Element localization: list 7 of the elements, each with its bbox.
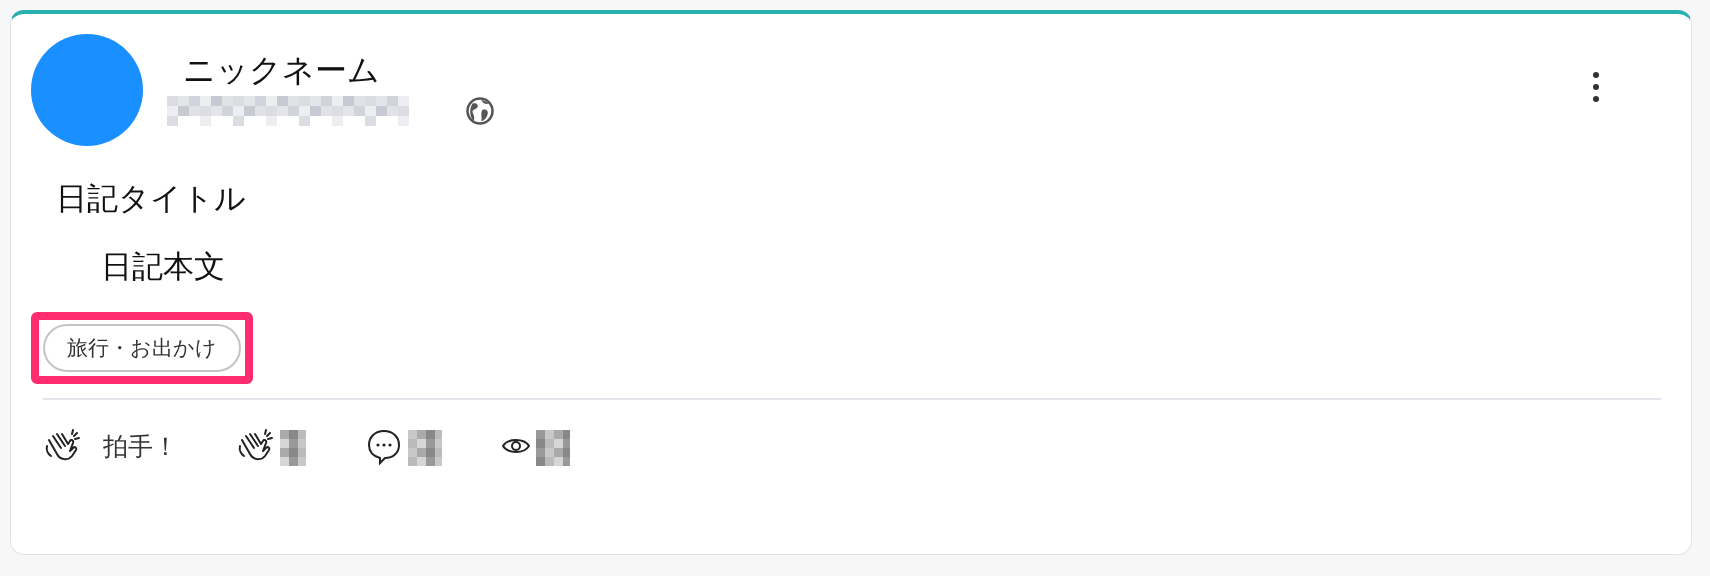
globe-icon (465, 96, 495, 126)
tag-chip[interactable]: 旅行・お出かけ (43, 324, 241, 372)
more-options-icon[interactable] (1591, 70, 1601, 104)
nickname[interactable]: ニックネーム (183, 50, 1591, 90)
clap-button[interactable]: 拍手！ (43, 426, 178, 466)
diary-body: 日記本文 (101, 247, 226, 286)
diary-title: 日記タイトル (56, 179, 247, 218)
